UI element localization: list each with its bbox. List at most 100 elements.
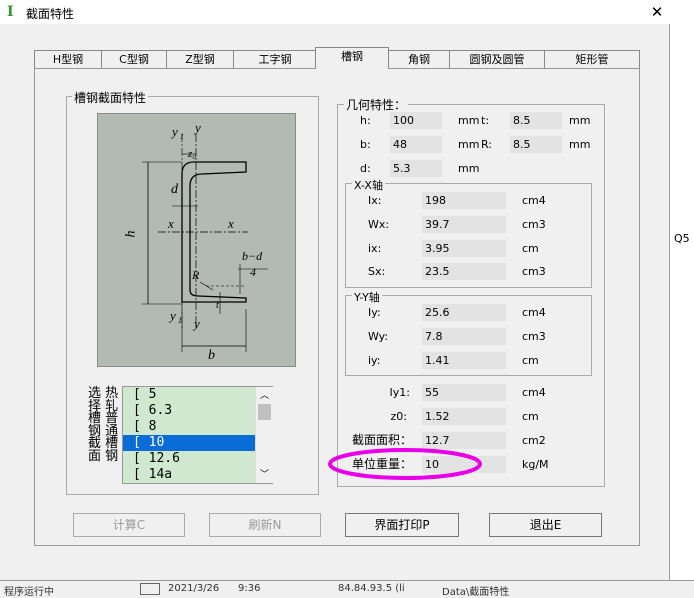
channel-section-figure: y 1 y z₀ d h x x R t b−d 4 y 1 y b (97, 113, 296, 367)
vlabel-row: 面 钢 (88, 448, 119, 464)
Sx-unit: cm3 (522, 265, 546, 278)
section-listbox[interactable]: [ 5 [ 6.3 [ 8 [ 10 [ 12.6 [ 14a (122, 386, 273, 484)
label-z0: z₀ (188, 148, 197, 160)
exit-button[interactable]: 退出E (489, 513, 602, 537)
section-group-title: 槽钢截面特性 (72, 89, 149, 106)
label-d: d (171, 182, 178, 197)
status-time: 9:36 (238, 583, 261, 594)
R-label: R: (481, 138, 493, 151)
Ix-label: Ix: (368, 194, 382, 207)
Wx-field[interactable]: 39.7 (422, 216, 506, 233)
refresh-button[interactable]: 刷新N (209, 513, 321, 537)
Sx-field[interactable]: 23.5 (422, 263, 506, 280)
status-icon (140, 583, 160, 595)
Wy-field[interactable]: 7.8 (422, 328, 506, 345)
tab-channel-steel[interactable]: 槽钢 (315, 47, 389, 69)
close-icon[interactable]: ✕ (646, 2, 668, 22)
list-item[interactable]: [ 5 (123, 387, 272, 403)
scroll-down-icon[interactable]: ﹀ (260, 467, 269, 480)
label-four: 4 (250, 265, 256, 279)
Wx-unit: cm3 (522, 218, 546, 231)
label-y1-top-sub: 1 (180, 132, 184, 141)
Iy-label: Iy: (368, 306, 381, 319)
tab-z-steel[interactable]: Z型钢 (166, 50, 234, 68)
status-address: 84.84.93.5 (li (338, 583, 405, 594)
z0-field[interactable]: 1.52 (422, 408, 506, 425)
dialog-window: I 截面特性 ✕ H型钢 C型钢 Z型钢 工字钢 槽钢 角钢 圆钢及圆管 矩形管… (0, 0, 670, 580)
list-item[interactable]: [ 6.3 (123, 403, 272, 419)
window-title: 截面特性 (26, 7, 75, 21)
h-label: h: (360, 114, 371, 127)
Wy-unit: cm3 (522, 330, 546, 343)
Ix-field[interactable]: 198 (422, 192, 506, 209)
t-field[interactable]: 8.5 (510, 112, 562, 129)
tab-angle-steel[interactable]: 角钢 (388, 50, 450, 68)
z0-label: z0: (390, 410, 407, 423)
label-y-top: y (195, 120, 201, 135)
tab-rect-tube[interactable]: 矩形管 (544, 50, 640, 68)
label-y1-bottom: y (170, 308, 176, 323)
tab-round-steel[interactable]: 圆钢及圆管 (449, 50, 545, 68)
Iy1-field[interactable]: 55 (422, 384, 506, 401)
status-date: 2021/3/26 (168, 583, 220, 594)
z0-unit: cm (522, 410, 539, 423)
xx-axis-title: X-X轴 (352, 177, 385, 193)
d-field[interactable]: 5.3 (390, 160, 442, 177)
status-text: 程序运行中 (4, 587, 54, 598)
label-y1-top: y (172, 124, 178, 139)
tab-c-steel[interactable]: C型钢 (101, 50, 167, 68)
label-t: t (216, 300, 219, 311)
list-item[interactable]: [ 14a (123, 467, 272, 483)
yy-axis-title: Y-Y轴 (352, 289, 382, 305)
Iy-field[interactable]: 25.6 (422, 304, 506, 321)
tab-i-beam[interactable]: 工字钢 (233, 50, 317, 68)
scroll-up-icon[interactable]: ︿ (260, 388, 269, 401)
Iy1-unit: cm4 (522, 386, 546, 399)
background-text: Q5 (674, 232, 690, 245)
t-label: t: (481, 114, 490, 127)
ix-label: ix: (368, 242, 382, 255)
label-y-bottom: y (194, 316, 200, 331)
h-field[interactable]: 100 (390, 112, 442, 129)
list-item[interactable]: [ 12.6 (123, 451, 272, 467)
Wx-label: Wx: (368, 218, 390, 231)
list-item[interactable]: [ 8 (123, 419, 272, 435)
label-R: R (192, 268, 200, 282)
scroll-thumb[interactable] (258, 404, 271, 420)
area-unit: cm2 (522, 434, 546, 447)
geometry-group-title: 几何特性： (344, 96, 409, 113)
weight-unit: kg/M (522, 458, 549, 471)
R-unit: mm (569, 138, 591, 151)
label-b: b (208, 348, 215, 363)
R-field[interactable]: 8.5 (510, 136, 562, 153)
b-unit: mm (458, 138, 480, 151)
Wy-label: Wy: (368, 330, 389, 343)
label-x-left: x (168, 216, 174, 231)
iy-label: iy: (368, 354, 381, 367)
ix-field[interactable]: 3.95 (422, 240, 506, 257)
list-scrollbar[interactable]: ︿ ﹀ (255, 387, 273, 483)
label-x-right: x (228, 216, 234, 231)
calculate-button[interactable]: 计算C (73, 513, 185, 537)
title-bar: I 截面特性 ✕ (0, 0, 670, 24)
d-label: d: (360, 162, 371, 175)
label-b-minus-d: b−d (242, 249, 263, 263)
status-path: Data\截面特性 (442, 587, 510, 598)
b-label: b: (360, 138, 371, 151)
iy-field[interactable]: 1.41 (422, 352, 506, 369)
Iy1-label: Iy1: (389, 386, 410, 399)
label-h: h (123, 230, 139, 238)
app-icon: I (7, 4, 14, 20)
Ix-unit: cm4 (522, 194, 546, 207)
h-unit: mm (458, 114, 480, 127)
print-button[interactable]: 界面打印P (345, 513, 459, 537)
b-field[interactable]: 48 (390, 136, 442, 153)
highlight-ellipse (328, 448, 482, 480)
background-window: Q5 (670, 0, 694, 593)
iy-unit: cm (522, 354, 539, 367)
list-vertical-labels: 选 热 择 轧 槽 普 钢 通 截 槽 面 钢 (88, 387, 120, 464)
t-unit: mm (569, 114, 591, 127)
list-item-selected[interactable]: [ 10 (123, 435, 272, 451)
tab-h-steel[interactable]: H型钢 (34, 50, 102, 68)
ix-unit: cm (522, 242, 539, 255)
